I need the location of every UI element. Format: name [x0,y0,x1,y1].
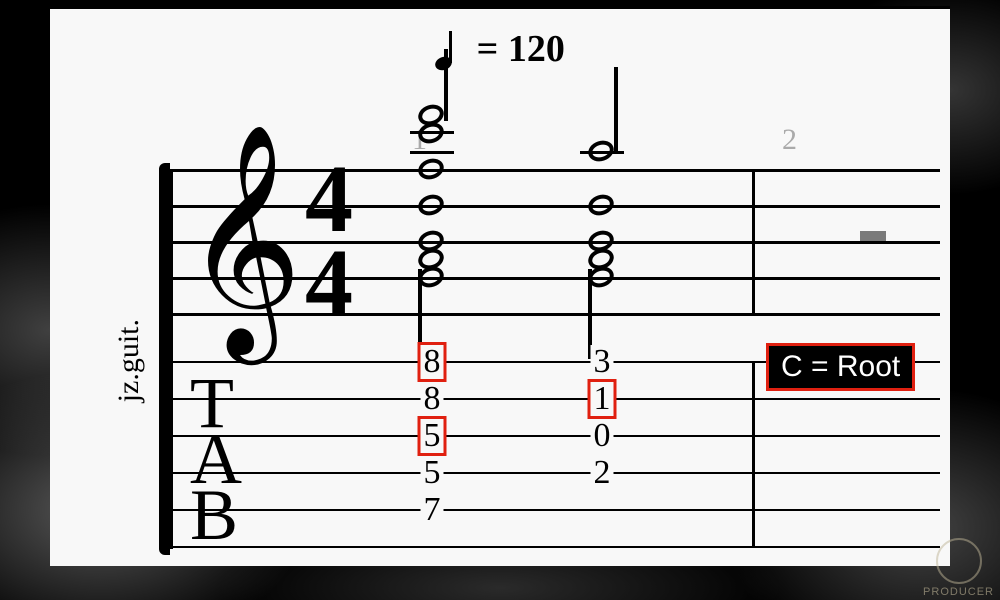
tab-fret: 5 [418,416,447,456]
tab-fret: 3 [591,345,614,379]
time-signature: 4 4 [305,157,353,325]
tab-fret: 8 [418,342,447,382]
measure-number-2: 2 [782,123,797,157]
tab-clef: T A B [190,375,242,543]
tab-staff: T A B 8 8 5 5 7 3 1 0 2 C = Root [170,361,940,549]
tempo-bpm: 120 [508,28,565,70]
score-sheet: = 120 jz.guit. 𝄞 4 4 1 2 [50,6,950,566]
half-rest-icon [860,231,886,241]
tab-fret: 8 [421,382,444,416]
tab-fret: 1 [588,379,617,419]
watermark-text: PRODUCER [923,586,994,598]
tab-fret: 7 [421,493,444,527]
tempo-equals: = [477,28,508,70]
time-sig-den: 4 [305,241,353,325]
watermark-logo: PRODUCER [923,538,994,598]
tab-barline-start [170,361,173,546]
treble-clef-icon: 𝄞 [184,141,302,341]
root-note-label: C = Root [766,343,915,391]
barline-1 [752,169,755,316]
tab-fret: 0 [591,419,614,453]
system-bracket [159,163,170,555]
tab-fret: 2 [591,456,614,490]
tab-barline-1 [752,361,755,546]
tempo-marking: = 120 [50,27,950,71]
tab-fret: 5 [421,456,444,490]
notation-staff: 𝄞 4 4 1 2 [170,169,940,317]
instrument-label: jz.guit. [112,319,146,402]
tab-letter-B: B [190,487,242,543]
